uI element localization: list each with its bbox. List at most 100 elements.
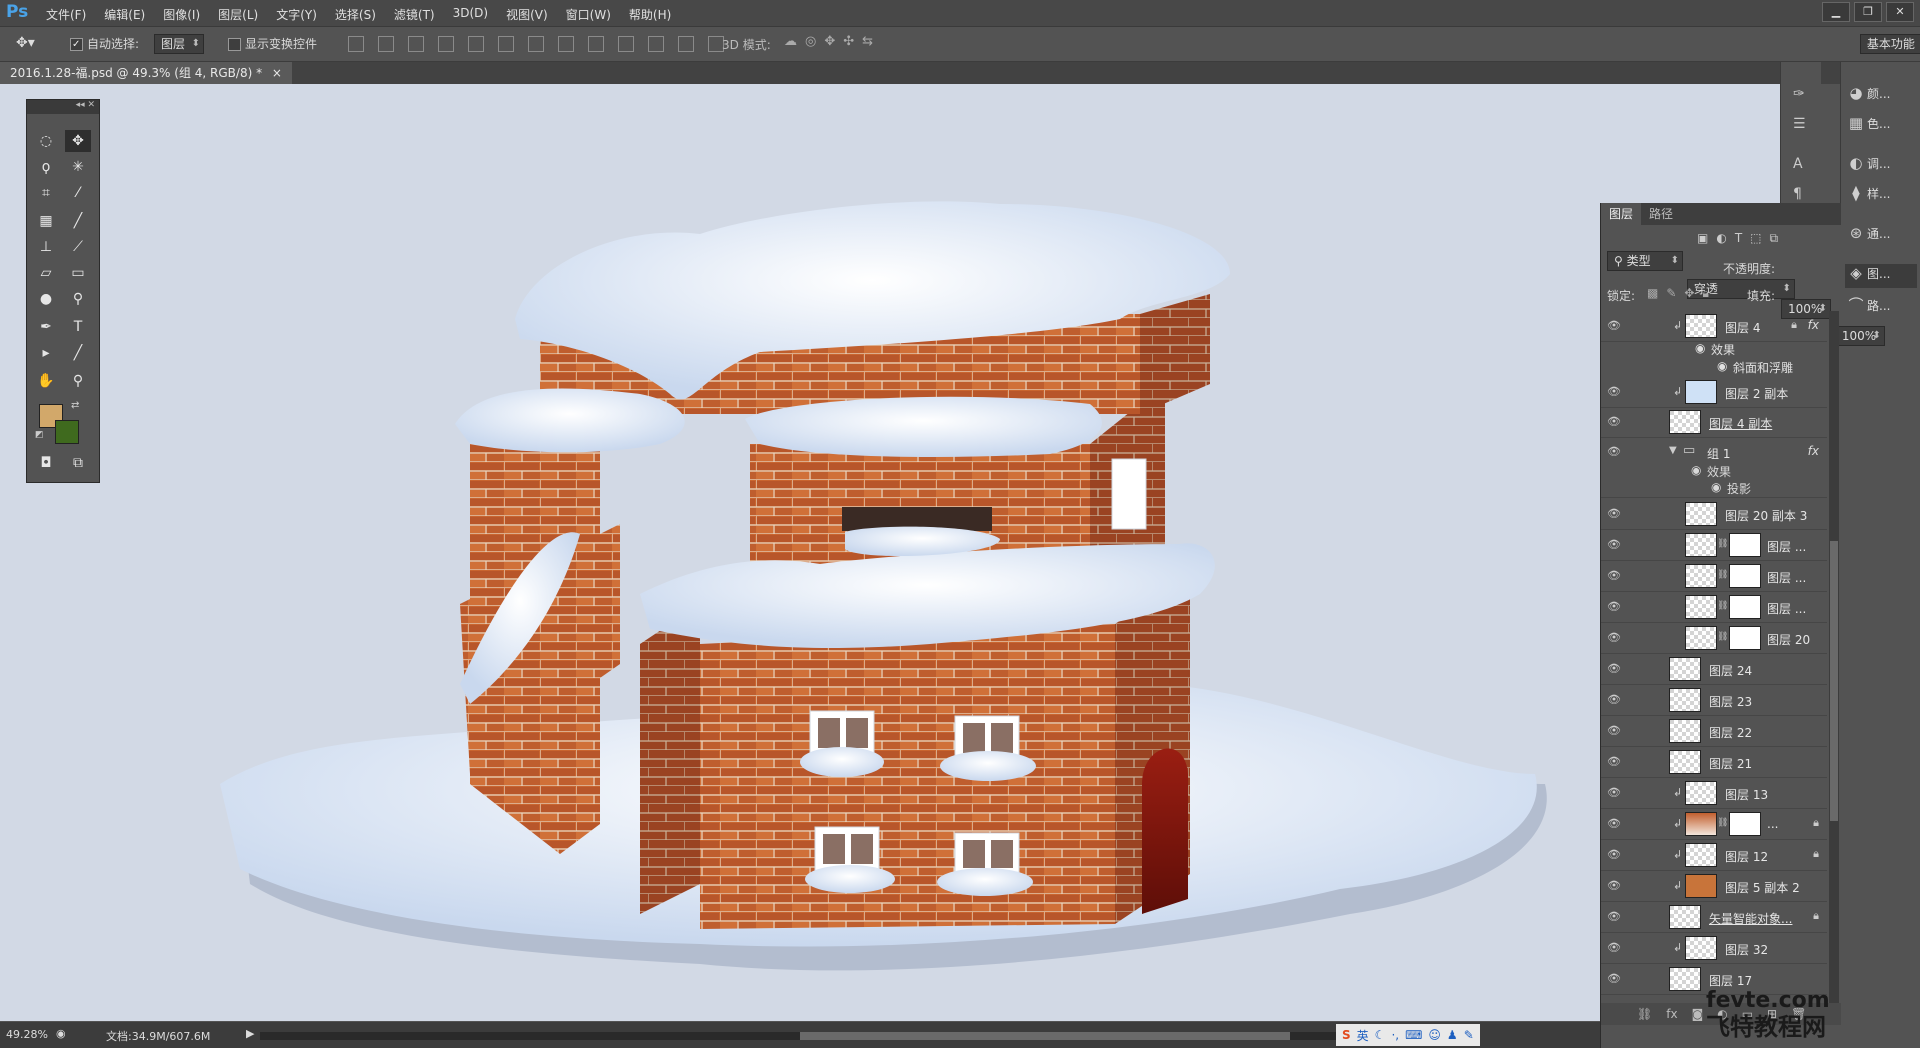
channels-panel-button[interactable]: ⊛ 通...: [1845, 224, 1917, 248]
menu-filter[interactable]: 滤镜(T): [394, 6, 435, 23]
layers-panel-button[interactable]: ◈ 图...: [1845, 264, 1917, 288]
fx-icon[interactable]: fx: [1808, 444, 1819, 458]
dodge-tool-icon[interactable]: ⚲: [65, 288, 91, 310]
lock-pixels-icon[interactable]: ✎: [1666, 286, 1676, 301]
visibility-eye-icon[interactable]: 👁︎: [1607, 848, 1621, 862]
brush-tool-icon[interactable]: ╱: [65, 210, 91, 232]
effect-eye-icon[interactable]: ◉: [1695, 341, 1705, 355]
layer-row[interactable]: 👁︎ ⛓ 图层 ...: [1601, 530, 1827, 561]
healing-brush-icon[interactable]: ▦: [33, 210, 59, 232]
distribute-top-icon[interactable]: [528, 36, 544, 52]
layers-scrollbar[interactable]: [1829, 311, 1839, 1023]
user-icon[interactable]: ☺: [1428, 1028, 1441, 1042]
visibility-eye-icon[interactable]: 👁︎: [1607, 631, 1621, 645]
expand-group-icon[interactable]: ▼: [1669, 445, 1677, 456]
visibility-eye-icon[interactable]: 👁︎: [1607, 755, 1621, 769]
layer-row[interactable]: 👁︎ ↲ 图层 13: [1601, 778, 1827, 809]
visibility-eye-icon[interactable]: 👁︎: [1607, 972, 1621, 986]
wrench-icon[interactable]: ✎: [1464, 1028, 1474, 1042]
effect-eye-icon[interactable]: ◉: [1717, 359, 1727, 373]
auto-select-dropdown[interactable]: 图层: [154, 34, 205, 54]
document-tab[interactable]: 2016.1.28-福.psd @ 49.3% (组 4, RGB/8) * ×: [0, 62, 292, 84]
eraser-tool-icon[interactable]: ▱: [33, 262, 59, 284]
distribute-bottom-icon[interactable]: [588, 36, 604, 52]
link-layers-icon[interactable]: ⛓: [1637, 1007, 1652, 1021]
blur-tool-icon[interactable]: ●: [33, 288, 59, 310]
layer-filter-dropdown[interactable]: ⚲ 类型: [1607, 251, 1683, 271]
visibility-eye-icon[interactable]: 👁︎: [1607, 879, 1621, 893]
adjustments-panel-button[interactable]: ◐ 调...: [1845, 154, 1917, 178]
visibility-eye-icon[interactable]: 👁︎: [1607, 662, 1621, 676]
pen-tool-icon[interactable]: ✒: [33, 316, 59, 338]
paragraph-panel-icon[interactable]: ¶: [1793, 186, 1802, 202]
type-filter-icon[interactable]: T: [1735, 231, 1742, 246]
default-colors-icon[interactable]: ◩: [35, 430, 44, 440]
distribute-vcenter-icon[interactable]: [558, 36, 574, 52]
tab-paths[interactable]: 路径: [1641, 203, 1681, 225]
status-info-icon[interactable]: ◉: [56, 1027, 66, 1040]
close-tab-icon[interactable]: ×: [272, 66, 282, 80]
crop-tool-icon[interactable]: ⌗: [33, 182, 59, 204]
minimize-icon[interactable]: ▁: [1822, 2, 1850, 22]
smart-filter-icon[interactable]: ⧉: [1770, 231, 1779, 246]
path-select-icon[interactable]: ▸: [33, 342, 59, 364]
visibility-eye-icon[interactable]: 👁︎: [1607, 693, 1621, 707]
layer-mask-thumbnail[interactable]: [1729, 533, 1761, 557]
visibility-eye-icon[interactable]: 👁︎: [1607, 569, 1621, 583]
history-brush-icon[interactable]: ⟋: [65, 236, 91, 258]
layer-row[interactable]: 👁︎ 图层 4 副本: [1601, 407, 1827, 438]
layer-row[interactable]: 👁︎ ⛓ 图层 ...: [1601, 592, 1827, 623]
pan-3d-icon[interactable]: ✥: [824, 34, 835, 49]
keyboard-icon[interactable]: ⌨: [1405, 1028, 1422, 1042]
visibility-eye-icon[interactable]: 👁︎: [1607, 415, 1621, 429]
character-panel-icon[interactable]: A: [1793, 156, 1803, 172]
move-tool-preset-icon[interactable]: ✥▾: [16, 35, 35, 51]
visibility-eye-icon[interactable]: 👁︎: [1607, 445, 1621, 459]
layer-row[interactable]: 👁︎ ⛓ 图层 ...: [1601, 561, 1827, 592]
distribute-hcenter-icon[interactable]: [648, 36, 664, 52]
sogou-icon[interactable]: S: [1342, 1028, 1351, 1042]
scale-3d-icon[interactable]: ⇆: [862, 34, 873, 49]
align-bottom-icon[interactable]: [408, 36, 424, 52]
background-color-swatch[interactable]: [55, 420, 79, 444]
visibility-eye-icon[interactable]: 👁︎: [1607, 507, 1621, 521]
swatches-panel-button[interactable]: ▦ 色...: [1845, 114, 1917, 138]
align-right-icon[interactable]: [498, 36, 514, 52]
menu-layer[interactable]: 图层(L): [218, 6, 258, 23]
lock-transparency-icon[interactable]: ▩: [1647, 286, 1658, 301]
show-transform-checkbox[interactable]: 显示变换控件: [228, 35, 317, 52]
menu-edit[interactable]: 编辑(E): [104, 6, 145, 23]
layer-row[interactable]: 👁︎ ↲ 图层 12 🔒︎: [1601, 840, 1827, 871]
tab-layers[interactable]: 图层: [1601, 203, 1642, 225]
layer-row[interactable]: 👁︎ ↲ 图层 32: [1601, 933, 1827, 964]
fx-icon[interactable]: fx: [1808, 318, 1819, 332]
layer-row[interactable]: 👁︎ ↲ ⛓ ... 🔒︎: [1601, 809, 1827, 840]
eyedropper-icon[interactable]: ⁄: [65, 182, 91, 204]
add-mask-icon[interactable]: ◙: [1692, 1007, 1704, 1021]
visibility-eye-icon[interactable]: 👁︎: [1607, 600, 1621, 614]
canvas-area[interactable]: [0, 84, 1780, 1021]
align-left-icon[interactable]: [438, 36, 454, 52]
layer-row[interactable]: 👁︎ ↲ 图层 4 🔒︎ fx: [1601, 311, 1827, 342]
lock-position-icon[interactable]: ✥: [1684, 286, 1694, 301]
punctuation-icon[interactable]: ·,: [1391, 1028, 1399, 1042]
menu-select[interactable]: 选择(S): [335, 6, 376, 23]
visibility-eye-icon[interactable]: 👁︎: [1607, 786, 1621, 800]
brush-preset-icon[interactable]: ✑: [1793, 86, 1805, 102]
layer-row[interactable]: 👁︎ 图层 20 副本 3: [1601, 499, 1827, 530]
clone-stamp-icon[interactable]: ⊥: [33, 236, 59, 258]
horizontal-scrollbar[interactable]: [260, 1032, 1440, 1040]
menu-3d[interactable]: 3D(D): [453, 6, 488, 23]
restore-icon[interactable]: ❐: [1854, 2, 1882, 22]
visibility-eye-icon[interactable]: 👁︎: [1607, 817, 1621, 831]
group-row[interactable]: 👁︎ ▼ ▭ 组 1 fx ◉ 效果 ◉ 投影: [1601, 437, 1827, 498]
screen-mode-icon[interactable]: ⧉: [65, 452, 91, 474]
layer-row[interactable]: 👁︎ ⛓ 图层 20: [1601, 623, 1827, 654]
layer-row[interactable]: 👁︎ ↲ 图层 2 副本: [1601, 377, 1827, 408]
align-vcenter-icon[interactable]: [378, 36, 394, 52]
magic-wand-icon[interactable]: ✳: [65, 156, 91, 178]
visibility-eye-icon[interactable]: 👁︎: [1607, 538, 1621, 552]
layer-row[interactable]: 👁︎ 图层 24: [1601, 654, 1827, 685]
align-hcenter-icon[interactable]: [468, 36, 484, 52]
swap-colors-icon[interactable]: ⇄: [71, 400, 79, 411]
